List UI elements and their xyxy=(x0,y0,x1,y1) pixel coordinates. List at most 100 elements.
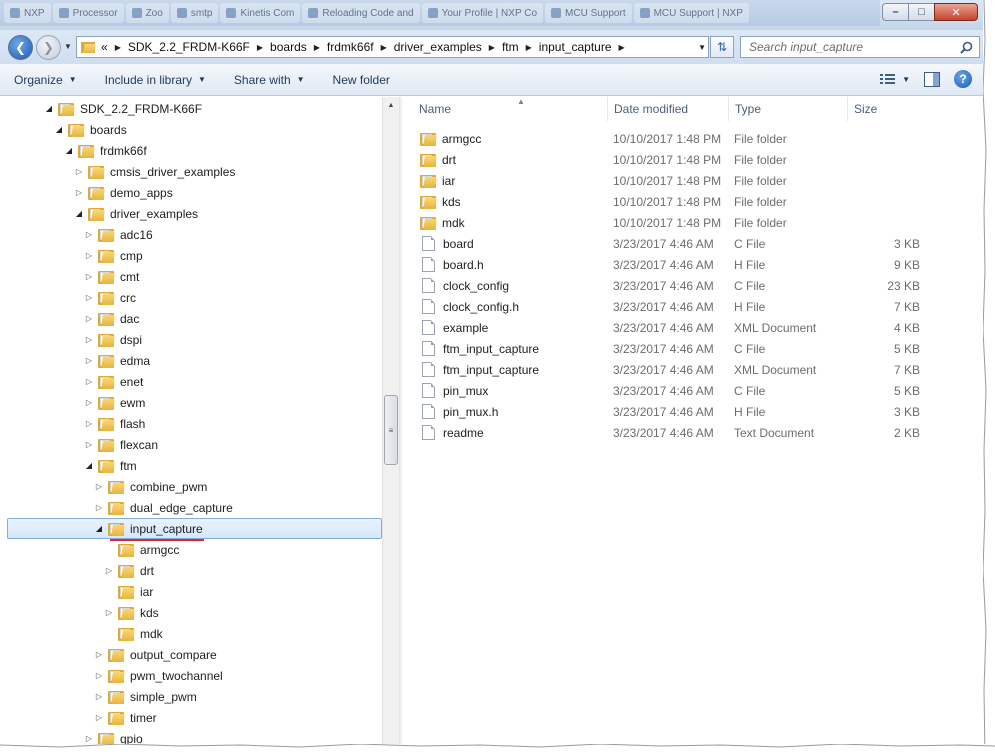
expand-icon[interactable]: ▷ xyxy=(104,566,114,575)
breadcrumb-separator-icon[interactable]: ▶ xyxy=(526,43,532,52)
expand-icon[interactable]: ▷ xyxy=(94,650,104,659)
expand-icon[interactable]: ▷ xyxy=(94,692,104,701)
breadcrumb-item[interactable]: input_capture xyxy=(539,40,612,54)
breadcrumb-item[interactable]: boards xyxy=(270,40,307,54)
change-view-button[interactable]: ▼ xyxy=(880,73,910,85)
tree-item[interactable]: ▷ ewm xyxy=(0,392,382,413)
chevron-down-icon[interactable]: ▼ xyxy=(902,75,910,84)
file-row[interactable]: iar 10/10/2017 1:48 PM File folder xyxy=(403,170,963,191)
scroll-thumb[interactable]: ≡ xyxy=(384,395,398,465)
expand-icon[interactable]: ▷ xyxy=(94,503,104,512)
organize-button[interactable]: Organize ▼ xyxy=(14,73,77,87)
expand-icon[interactable]: ▷ xyxy=(84,377,94,386)
expand-icon[interactable]: ▷ xyxy=(84,230,94,239)
share-with-button[interactable]: Share with ▼ xyxy=(234,73,305,87)
tree-item[interactable]: ▷ output_compare xyxy=(0,644,382,665)
expand-icon[interactable]: ▷ xyxy=(94,482,104,491)
expand-icon[interactable]: ▷ xyxy=(94,713,104,722)
tree-item[interactable]: ▷ timer xyxy=(0,707,382,728)
forward-button[interactable]: ❯ xyxy=(36,35,61,60)
expand-icon[interactable]: ▷ xyxy=(74,188,84,197)
recent-pages-dropdown[interactable]: ▼ xyxy=(64,42,72,51)
new-folder-button[interactable]: New folder xyxy=(333,73,390,87)
tree-item[interactable]: ▷ enet xyxy=(0,371,382,392)
tree-item[interactable]: ▷ demo_apps xyxy=(0,182,382,203)
tree-item[interactable]: ▷ combine_pwm xyxy=(0,476,382,497)
breadcrumb-item[interactable]: driver_examples xyxy=(394,40,482,54)
address-overflow[interactable]: « xyxy=(101,40,108,54)
tree-item[interactable]: ▷ kds xyxy=(0,602,382,623)
tree-item[interactable]: ◢ ftm xyxy=(0,455,382,476)
file-row[interactable]: ftm_input_capture 3/23/2017 4:46 AM XML Do… xyxy=(403,359,963,380)
search-box[interactable] xyxy=(740,36,980,58)
column-name[interactable]: Name ▲ xyxy=(413,97,608,121)
expand-icon[interactable]: ▷ xyxy=(84,356,94,365)
tree-item[interactable]: ◢ SDK_2.2_FRDM-K66F xyxy=(0,98,382,119)
file-row[interactable]: clock_config 3/23/2017 4:46 AM C File 23 KB xyxy=(403,275,963,296)
breadcrumb-separator-icon[interactable]: ▶ xyxy=(619,43,625,52)
close-button[interactable]: ✕ xyxy=(934,3,978,21)
breadcrumb-item[interactable]: SDK_2.2_FRDM-K66F xyxy=(128,40,250,54)
breadcrumb-item[interactable]: frdmk66f xyxy=(327,40,374,54)
file-row[interactable]: clock_config.h 3/23/2017 4:46 AM H File 7 K… xyxy=(403,296,963,317)
breadcrumb-separator-icon[interactable]: ▶ xyxy=(381,43,387,52)
tree-item[interactable]: ◢ frdmk66f xyxy=(0,140,382,161)
tree-item[interactable]: iar xyxy=(0,581,382,602)
tree-item[interactable]: ▷ cmp xyxy=(0,245,382,266)
expand-icon[interactable]: ▷ xyxy=(84,272,94,281)
collapse-icon[interactable]: ◢ xyxy=(74,209,84,218)
include-in-library-button[interactable]: Include in library ▼ xyxy=(105,73,206,87)
file-row[interactable]: board 3/23/2017 4:46 AM C File 3 KB xyxy=(403,233,963,254)
file-row[interactable]: drt 10/10/2017 1:48 PM File folder xyxy=(403,149,963,170)
tree-item[interactable]: ▷ dspi xyxy=(0,329,382,350)
tree-item[interactable]: ▷ adc16 xyxy=(0,224,382,245)
column-size[interactable]: Size xyxy=(848,97,928,121)
expand-icon[interactable]: ▷ xyxy=(84,335,94,344)
column-type[interactable]: Type xyxy=(729,97,848,121)
expand-icon[interactable]: ▷ xyxy=(84,398,94,407)
expand-icon[interactable]: ▷ xyxy=(74,167,84,176)
file-row[interactable]: armgcc 10/10/2017 1:48 PM File folder xyxy=(403,128,963,149)
help-icon[interactable]: ? xyxy=(954,70,972,88)
maximize-button[interactable]: □ xyxy=(908,3,935,21)
scroll-up-icon[interactable]: ▲ xyxy=(383,97,399,114)
file-row[interactable]: example 3/23/2017 4:46 AM XML Document 4 KB xyxy=(403,317,963,338)
tree-item[interactable]: ▷ flash xyxy=(0,413,382,434)
tree-item[interactable]: ▷ crc xyxy=(0,287,382,308)
address-dropdown-icon[interactable]: ▼ xyxy=(698,37,706,57)
tree-item[interactable]: ▷ drt xyxy=(0,560,382,581)
tree-item[interactable]: armgcc xyxy=(0,539,382,560)
expand-icon[interactable]: ▷ xyxy=(84,419,94,428)
tree-item[interactable]: ◢ input_capture xyxy=(7,518,382,539)
tree-item[interactable]: ▷ cmt xyxy=(0,266,382,287)
expand-icon[interactable]: ▷ xyxy=(84,314,94,323)
expand-icon[interactable]: ▷ xyxy=(84,293,94,302)
expand-icon[interactable]: ▷ xyxy=(84,440,94,449)
expand-icon[interactable]: ▷ xyxy=(94,671,104,680)
search-input[interactable] xyxy=(747,39,960,55)
collapse-icon[interactable]: ◢ xyxy=(44,104,54,113)
tree-item[interactable]: ▷ flexcan xyxy=(0,434,382,455)
tree-item[interactable]: mdk xyxy=(0,623,382,644)
breadcrumb-separator-icon[interactable]: ▶ xyxy=(115,43,121,52)
search-icon[interactable] xyxy=(960,41,973,54)
expand-icon[interactable]: ▷ xyxy=(84,251,94,260)
pane-splitter[interactable] xyxy=(399,97,402,745)
nav-scrollbar[interactable]: ▲ ≡ xyxy=(382,97,399,745)
file-row[interactable]: board.h 3/23/2017 4:46 AM H File 9 KB xyxy=(403,254,963,275)
collapse-icon[interactable]: ◢ xyxy=(64,146,74,155)
refresh-button[interactable]: ⇅ xyxy=(710,36,734,58)
preview-pane-button[interactable] xyxy=(924,71,940,87)
file-row[interactable]: ftm_input_capture 3/23/2017 4:46 AM C File… xyxy=(403,338,963,359)
file-row[interactable]: pin_mux.h 3/23/2017 4:46 AM H File 3 KB xyxy=(403,401,963,422)
breadcrumb-item[interactable]: ftm xyxy=(502,40,519,54)
tree-item[interactable]: ▷ pwm_twochannel xyxy=(0,665,382,686)
collapse-icon[interactable]: ◢ xyxy=(94,524,104,533)
collapse-icon[interactable]: ◢ xyxy=(54,125,64,134)
tree-item[interactable]: ▷ edma xyxy=(0,350,382,371)
breadcrumb-separator-icon[interactable]: ▶ xyxy=(257,43,263,52)
tree-item[interactable]: ◢ driver_examples xyxy=(0,203,382,224)
expand-icon[interactable]: ▷ xyxy=(104,608,114,617)
file-row[interactable]: readme 3/23/2017 4:46 AM Text Document 2 KB xyxy=(403,422,963,443)
tree-item[interactable]: ▷ cmsis_driver_examples xyxy=(0,161,382,182)
